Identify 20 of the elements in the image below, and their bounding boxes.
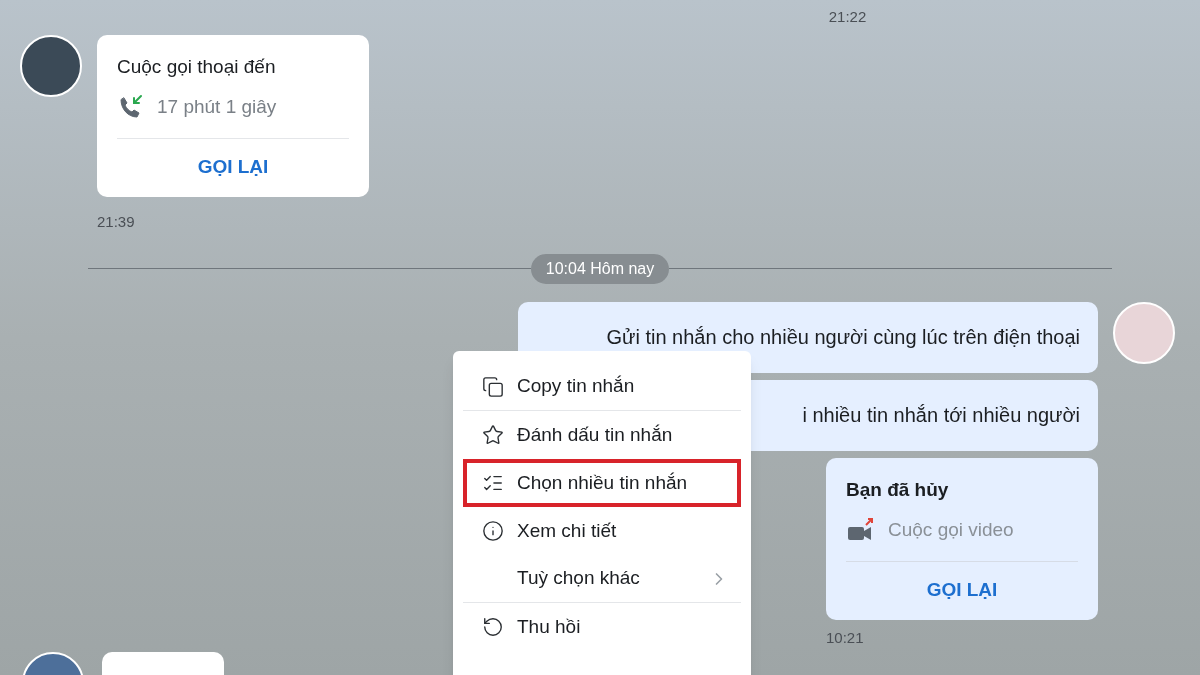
call-type: Cuộc gọi video — [888, 518, 1014, 542]
star-icon — [482, 424, 504, 446]
menu-item[interactable]: Xem chi tiết — [463, 507, 741, 555]
date-separator: 10:04 Hôm nay — [530, 253, 670, 284]
call-back-button[interactable]: GỌI LẠI — [117, 138, 349, 185]
copy-icon — [482, 375, 504, 398]
menu-item[interactable]: Tuỳ chọn khác — [463, 555, 741, 603]
message-time: 21:22 — [828, 7, 867, 27]
incoming-call-icon — [117, 94, 145, 121]
message-time: 10:21 — [826, 628, 865, 648]
info-icon — [482, 520, 504, 542]
menu-item[interactable]: Copy tin nhắn — [463, 363, 741, 411]
call-title: Bạn đã hủy — [846, 477, 950, 502]
call-back-button[interactable]: GỌI LẠI — [846, 561, 1078, 608]
call-duration: 17 phút 1 giây — [157, 95, 277, 119]
menu-item[interactable]: Thu hồi — [463, 603, 741, 651]
menu-item[interactable]: Chọn nhiều tin nhắn — [463, 459, 741, 507]
call-title: Cuộc gọi thoại đến — [117, 54, 277, 79]
undo-icon — [482, 616, 504, 638]
message-time: 21:39 — [97, 212, 136, 232]
